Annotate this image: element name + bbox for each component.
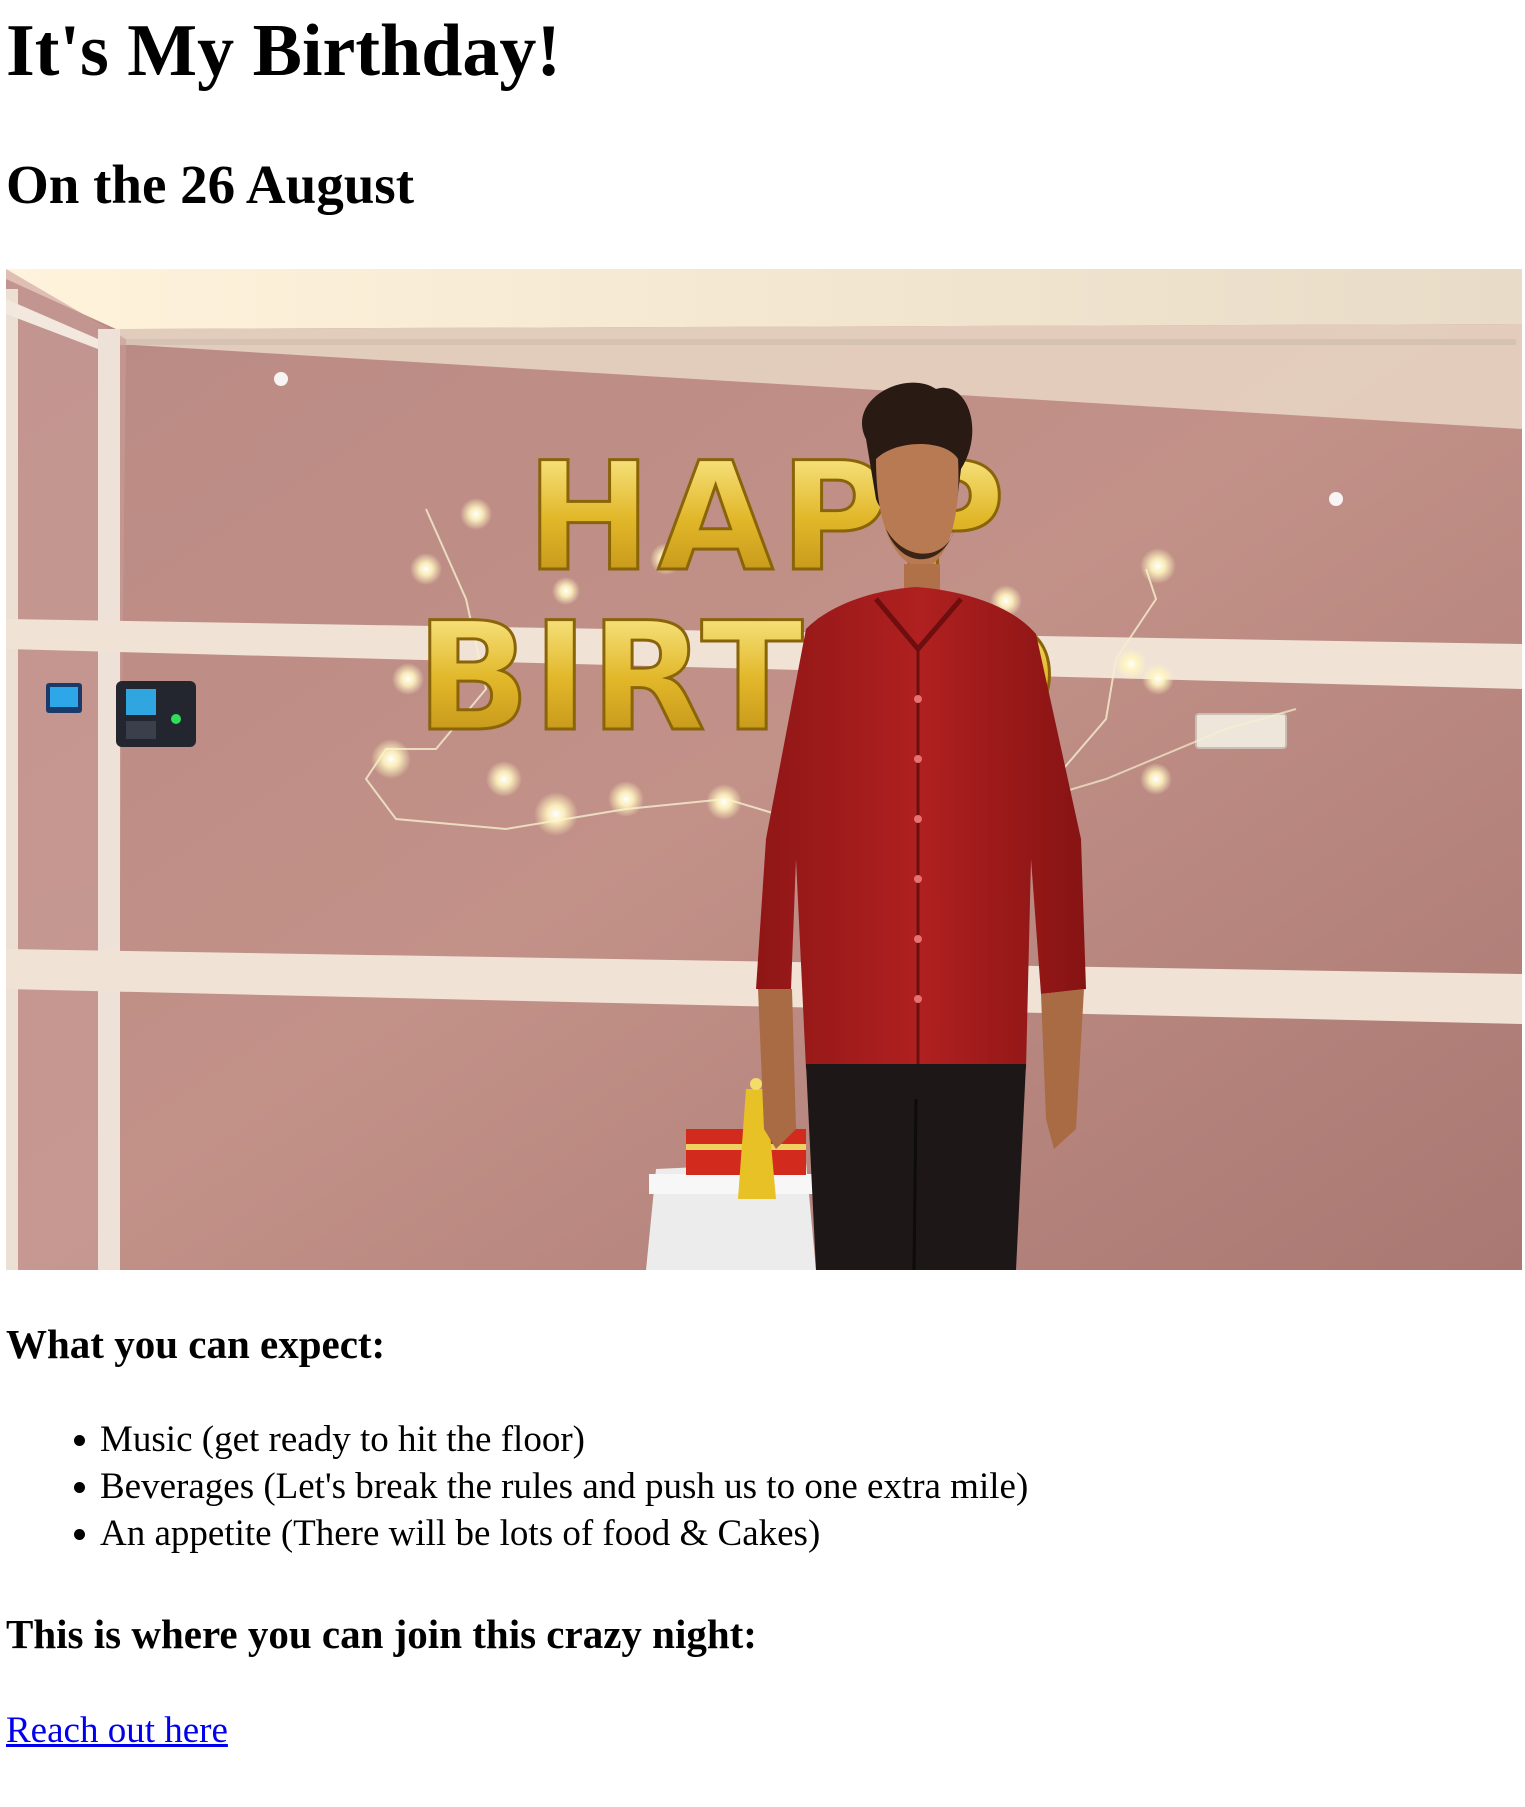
list-item: Beverages (Let's break the rules and pus… — [0, 1463, 1028, 1510]
join-heading: This is where you can join this crazy ni… — [6, 1611, 757, 1657]
list-item: Music (get ready to hit the floor) — [0, 1416, 1028, 1463]
expect-list: Music (get ready to hit the floor) Bever… — [0, 1416, 1028, 1557]
list-item: An appetite (There will be lots of food … — [0, 1510, 1028, 1557]
expect-heading: What you can expect: — [6, 1321, 386, 1367]
page-title: It's My Birthday! — [6, 10, 561, 92]
bullet-icon — [74, 1435, 85, 1446]
list-item-text: An appetite (There will be lots of food … — [100, 1513, 821, 1554]
birthday-photo-illustration: HAPP BIRTHD — [6, 269, 1522, 1270]
bullet-icon — [74, 1482, 85, 1493]
list-item-text: Beverages (Let's break the rules and pus… — [100, 1466, 1029, 1507]
birthday-photo: HAPP BIRTHD — [6, 269, 1522, 1270]
bullet-icon — [74, 1529, 85, 1540]
reach-out-link[interactable]: Reach out here — [6, 1707, 228, 1754]
birthday-page: It's My Birthday! On the 26 August HAPP … — [0, 0, 1525, 1807]
event-date-subtitle: On the 26 August — [6, 154, 415, 215]
list-item-text: Music (get ready to hit the floor) — [100, 1419, 585, 1460]
